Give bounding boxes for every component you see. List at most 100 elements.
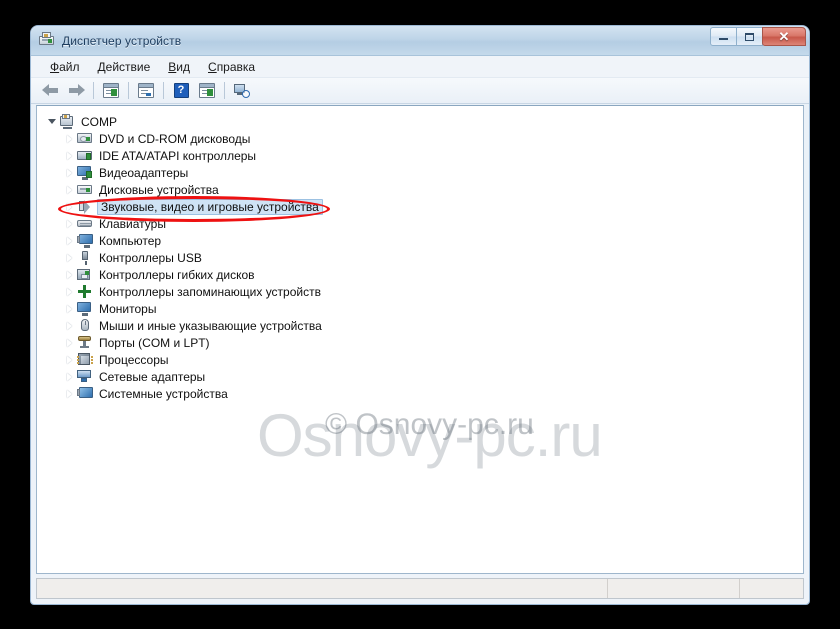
menu-help-accel: С (208, 59, 217, 74)
monitor-icon (77, 301, 93, 317)
tree-node-label: COMP (81, 114, 117, 129)
tree-node-disk-drives[interactable]: Дисковые устройства (44, 181, 803, 198)
expander-closed-icon[interactable] (62, 385, 77, 402)
tree-node-computer[interactable]: Компьютер (44, 232, 803, 249)
tree-node-label: Мониторы (99, 301, 157, 316)
tree-node-label: Звуковые, видео и игровые устройства (97, 198, 323, 215)
device-manager-icon (39, 32, 56, 49)
tree-node-usb-controllers[interactable]: Контроллеры USB (44, 249, 803, 266)
close-button[interactable]: ✕ (762, 27, 806, 46)
details-panel-icon (138, 83, 154, 98)
tree-node-ports[interactable]: Порты (COM и LPT) (44, 334, 803, 351)
tree-node-label: DVD и CD-ROM дисководы (99, 131, 251, 146)
tree-node-label: Процессоры (99, 352, 169, 367)
computer-node-icon (77, 233, 93, 249)
update-driver-button[interactable] (195, 80, 219, 102)
window-frame-inner: Диспетчер устройств ✕ Файл Действие Вид … (31, 26, 809, 604)
menu-file-accel: Ф (50, 59, 60, 74)
expander-closed-icon[interactable] (62, 147, 77, 164)
tree-node-system-devices[interactable]: Системные устройства (44, 385, 803, 402)
status-pane-second (608, 579, 740, 598)
floppy-controller-icon (77, 267, 93, 283)
properties-panel-icon (103, 83, 119, 98)
expander-closed-icon[interactable] (62, 283, 77, 300)
tree-node-root[interactable]: COMP (44, 113, 803, 130)
title-bar[interactable]: Диспетчер устройств ✕ (31, 26, 809, 56)
expander-closed-icon[interactable] (62, 249, 77, 266)
screenshot-root: Диспетчер устройств ✕ Файл Действие Вид … (0, 0, 840, 629)
scan-hardware-button[interactable] (230, 80, 254, 102)
port-icon (77, 335, 93, 351)
menu-action-rest: ействие (105, 59, 151, 74)
expander-closed-icon[interactable] (62, 368, 77, 385)
tree-node-network-adapters[interactable]: Сетевые адаптеры (44, 368, 803, 385)
sound-device-icon (77, 199, 93, 215)
menu-item-help[interactable]: Справка (199, 58, 264, 76)
tree-node-floppy-controllers[interactable]: Контроллеры гибких дисков (44, 266, 803, 283)
device-tree: COMP DVD и CD-ROM дисководы IDE ATA/ATAP… (37, 106, 803, 402)
tree-node-label: Порты (COM и LPT) (99, 335, 210, 350)
watermark-small: © Osnovy-pc.ru (325, 408, 534, 441)
toolbar-separator-3 (163, 82, 164, 99)
status-pane-third (740, 579, 803, 598)
tree-node-monitors[interactable]: Мониторы (44, 300, 803, 317)
system-device-icon (77, 386, 93, 402)
keyboard-icon (77, 216, 93, 232)
expander-closed-icon[interactable] (62, 266, 77, 283)
menu-file-rest: айл (59, 59, 80, 74)
tree-node-label: Контроллеры гибких дисков (99, 267, 255, 282)
tree-node-dvd[interactable]: DVD и CD-ROM дисководы (44, 130, 803, 147)
maximize-button[interactable] (736, 27, 763, 46)
status-bar (36, 578, 804, 599)
tree-node-label: Компьютер (99, 233, 162, 248)
expander-closed-icon[interactable] (62, 198, 77, 215)
tree-node-label: Дисковые устройства (99, 182, 219, 197)
toolbar-separator-2 (128, 82, 129, 99)
show-details-button[interactable] (134, 80, 158, 102)
window-title: Диспетчер устройств (62, 33, 182, 48)
expander-closed-icon[interactable] (62, 300, 77, 317)
minimize-icon (719, 38, 728, 40)
arrow-right-icon (68, 84, 85, 97)
toolbar-separator-1 (93, 82, 94, 99)
maximize-icon (745, 32, 754, 41)
menu-help-rest: правка (216, 59, 256, 74)
back-button[interactable] (38, 80, 62, 102)
tree-node-mice[interactable]: Мыши и иные указывающие устройства (44, 317, 803, 334)
expander-closed-icon[interactable] (62, 232, 77, 249)
menu-action-accel: Д (97, 59, 106, 74)
usb-controller-icon (77, 250, 93, 266)
expander-open-icon[interactable] (44, 113, 59, 130)
tree-node-keyboards[interactable]: Клавиатуры (44, 215, 803, 232)
help-button[interactable]: ? (169, 80, 193, 102)
properties-button[interactable] (99, 80, 123, 102)
tree-node-processors[interactable]: Процессоры (44, 351, 803, 368)
tree-node-sound-video-game-controllers[interactable]: Звуковые, видео и игровые устройства (44, 198, 803, 215)
expander-closed-icon[interactable] (62, 181, 77, 198)
menu-item-action[interactable]: Действие (89, 58, 160, 76)
expander-closed-icon[interactable] (62, 334, 77, 351)
toolbar: ? (31, 78, 809, 104)
expander-closed-icon[interactable] (62, 351, 77, 368)
network-adapter-icon (77, 369, 93, 385)
scan-hardware-icon (234, 83, 250, 98)
expander-closed-icon[interactable] (62, 215, 77, 232)
tree-node-ide[interactable]: IDE ATA/ATAPI контроллеры (44, 147, 803, 164)
expander-closed-icon[interactable] (62, 164, 77, 181)
close-icon: ✕ (778, 29, 790, 44)
device-tree-panel[interactable]: Osnovy-pc.ru © Osnovy-pc.ru COMP DVD и C… (36, 105, 804, 574)
expander-closed-icon[interactable] (62, 130, 77, 147)
tree-node-storage-controllers[interactable]: Контроллеры запоминающих устройств (44, 283, 803, 300)
menu-item-view[interactable]: Вид (159, 58, 199, 76)
minimize-button[interactable] (710, 27, 737, 46)
watermark-large: Osnovy-pc.ru (257, 402, 603, 469)
toolbar-separator-4 (224, 82, 225, 99)
expander-closed-icon[interactable] (62, 317, 77, 334)
tree-node-display-adapters[interactable]: Видеоадаптеры (44, 164, 803, 181)
display-adapter-icon (77, 165, 93, 181)
update-panel-icon (199, 83, 215, 98)
disk-drive-icon (77, 182, 93, 198)
forward-button[interactable] (64, 80, 88, 102)
menu-item-file[interactable]: Файл (41, 58, 89, 76)
arrow-left-icon (41, 84, 59, 97)
